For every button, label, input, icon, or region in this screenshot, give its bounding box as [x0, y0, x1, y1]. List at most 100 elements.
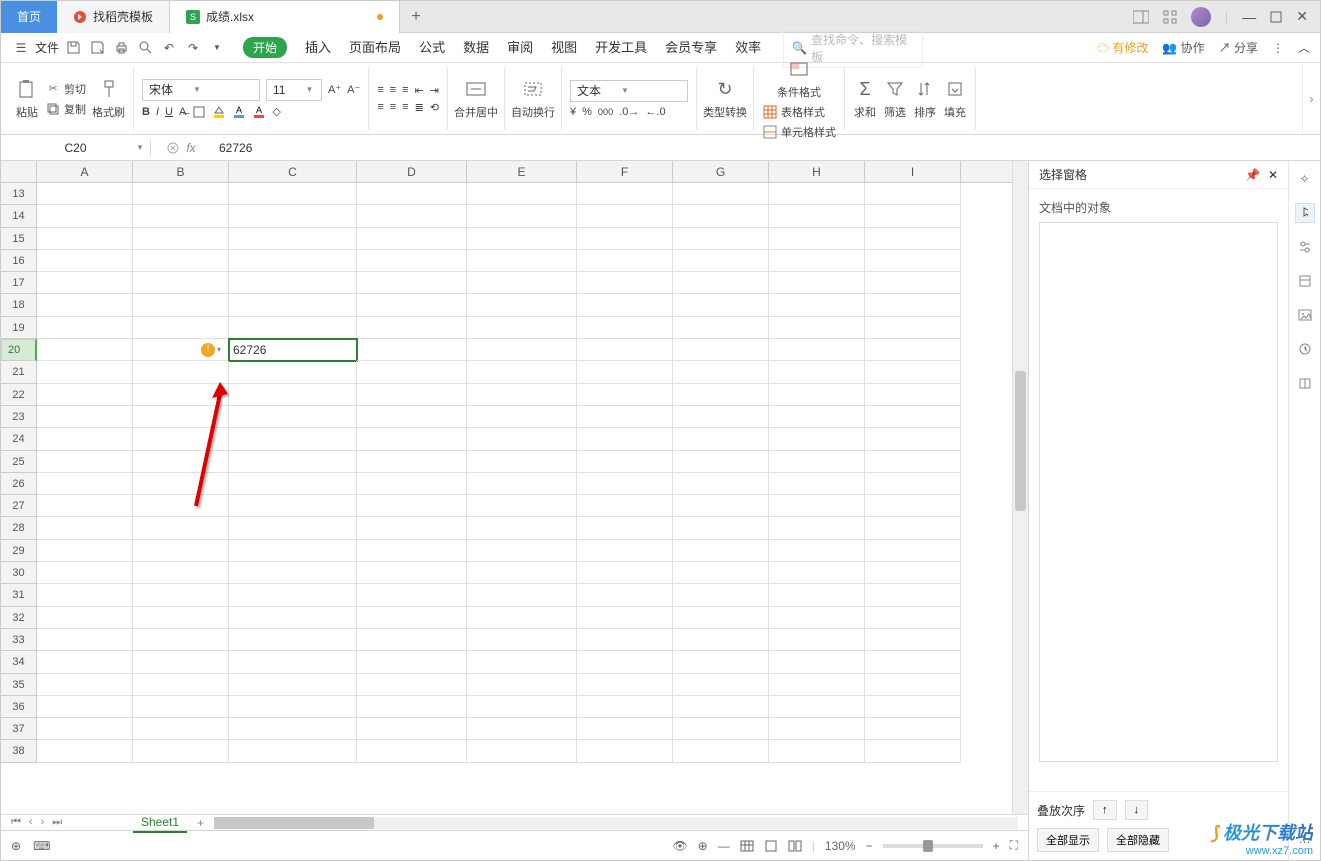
cell[interactable]	[229, 718, 357, 740]
underline-icon[interactable]: U	[165, 106, 173, 118]
col-header[interactable]: C	[229, 161, 357, 182]
cell[interactable]	[577, 428, 673, 450]
cell[interactable]	[769, 361, 865, 383]
cell[interactable]	[467, 718, 577, 740]
cell[interactable]	[37, 674, 133, 696]
cell[interactable]	[577, 696, 673, 718]
cell[interactable]	[577, 718, 673, 740]
merge-button[interactable]: 合并居中	[454, 77, 498, 120]
cell[interactable]	[865, 584, 961, 606]
cell[interactable]	[357, 361, 467, 383]
cell[interactable]	[673, 674, 769, 696]
zoom-out-icon[interactable]: −	[866, 839, 873, 853]
hamburger-icon[interactable]: ☰	[11, 38, 31, 58]
format-brush-button[interactable]: 格式刷	[92, 77, 125, 120]
row-header[interactable]: 16	[1, 250, 37, 272]
save-icon[interactable]	[63, 38, 83, 58]
cell[interactable]	[229, 674, 357, 696]
tab-template[interactable]: 找稻壳模板	[57, 1, 170, 33]
row-header[interactable]: 13	[1, 183, 37, 205]
book-icon[interactable]	[1295, 373, 1315, 393]
cell[interactable]	[769, 406, 865, 428]
cell[interactable]	[357, 228, 467, 250]
decrease-font-icon[interactable]: A⁻	[347, 83, 360, 96]
cell[interactable]	[467, 428, 577, 450]
paste-button[interactable]: 粘贴	[15, 77, 39, 120]
cell[interactable]	[577, 250, 673, 272]
cell[interactable]	[357, 183, 467, 205]
cell[interactable]	[133, 406, 229, 428]
cell[interactable]	[229, 584, 357, 606]
cell[interactable]	[865, 228, 961, 250]
cell[interactable]	[467, 406, 577, 428]
formula-input[interactable]: 62726	[211, 141, 260, 155]
cell[interactable]	[673, 696, 769, 718]
close-button[interactable]: ✕	[1296, 8, 1308, 25]
prev-sheet-icon[interactable]: ‹	[29, 816, 33, 829]
cell[interactable]	[133, 517, 229, 539]
cell[interactable]	[357, 718, 467, 740]
cell[interactable]	[133, 384, 229, 406]
cell[interactable]	[133, 629, 229, 651]
cell[interactable]	[577, 473, 673, 495]
cell[interactable]	[865, 205, 961, 227]
first-sheet-icon[interactable]: ⏮	[11, 816, 21, 829]
cell[interactable]	[577, 562, 673, 584]
cell[interactable]	[37, 339, 133, 361]
cell[interactable]	[865, 562, 961, 584]
cell[interactable]	[229, 250, 357, 272]
cell[interactable]	[133, 696, 229, 718]
cell[interactable]	[467, 272, 577, 294]
cell[interactable]	[229, 205, 357, 227]
saveas-icon[interactable]	[87, 38, 107, 58]
zoom-in-icon[interactable]: +	[993, 839, 1000, 853]
cell[interactable]	[467, 473, 577, 495]
cell[interactable]	[133, 584, 229, 606]
col-header[interactable]: G	[673, 161, 769, 182]
cell[interactable]	[37, 718, 133, 740]
maximize-button[interactable]	[1270, 11, 1282, 23]
cell[interactable]	[37, 562, 133, 584]
currency-icon[interactable]: ¥	[570, 106, 576, 118]
cell[interactable]	[673, 495, 769, 517]
cell[interactable]	[865, 406, 961, 428]
cell[interactable]	[769, 317, 865, 339]
cell[interactable]	[865, 451, 961, 473]
assistant-icon[interactable]: ✧	[1295, 169, 1315, 189]
avatar[interactable]	[1191, 7, 1211, 27]
cell[interactable]	[37, 540, 133, 562]
row-header[interactable]: 37	[1, 718, 37, 740]
tab-file[interactable]: S 成绩.xlsx	[170, 1, 400, 33]
col-header[interactable]: D	[357, 161, 467, 182]
cell[interactable]	[133, 228, 229, 250]
size-select[interactable]: 11▼	[266, 79, 322, 101]
cell[interactable]	[673, 473, 769, 495]
cell[interactable]	[467, 740, 577, 762]
menu-vip[interactable]: 会员专享	[665, 37, 717, 58]
cell[interactable]	[37, 384, 133, 406]
cancel-formula-icon[interactable]	[166, 141, 180, 155]
cell[interactable]	[769, 651, 865, 673]
cell[interactable]	[865, 339, 961, 361]
row-header[interactable]: 25	[1, 451, 37, 473]
cell[interactable]	[229, 696, 357, 718]
cell[interactable]	[467, 517, 577, 539]
cell[interactable]	[357, 674, 467, 696]
cell[interactable]	[577, 607, 673, 629]
cell[interactable]	[769, 562, 865, 584]
cell[interactable]	[769, 205, 865, 227]
fill-button[interactable]: 填充	[943, 77, 967, 120]
collab-button[interactable]: 👥 协作	[1162, 39, 1204, 56]
cloud-status[interactable]: ☁ 有修改	[1097, 39, 1148, 56]
cond-format-button[interactable]: 条件格式	[762, 57, 836, 100]
row-header[interactable]: 30	[1, 562, 37, 584]
cell[interactable]	[865, 473, 961, 495]
cell[interactable]	[769, 228, 865, 250]
cell[interactable]	[467, 228, 577, 250]
view-normal-icon[interactable]	[740, 840, 754, 852]
cell[interactable]	[769, 517, 865, 539]
cell[interactable]	[229, 629, 357, 651]
cell[interactable]	[133, 361, 229, 383]
cell[interactable]	[673, 384, 769, 406]
row-header[interactable]: 35	[1, 674, 37, 696]
